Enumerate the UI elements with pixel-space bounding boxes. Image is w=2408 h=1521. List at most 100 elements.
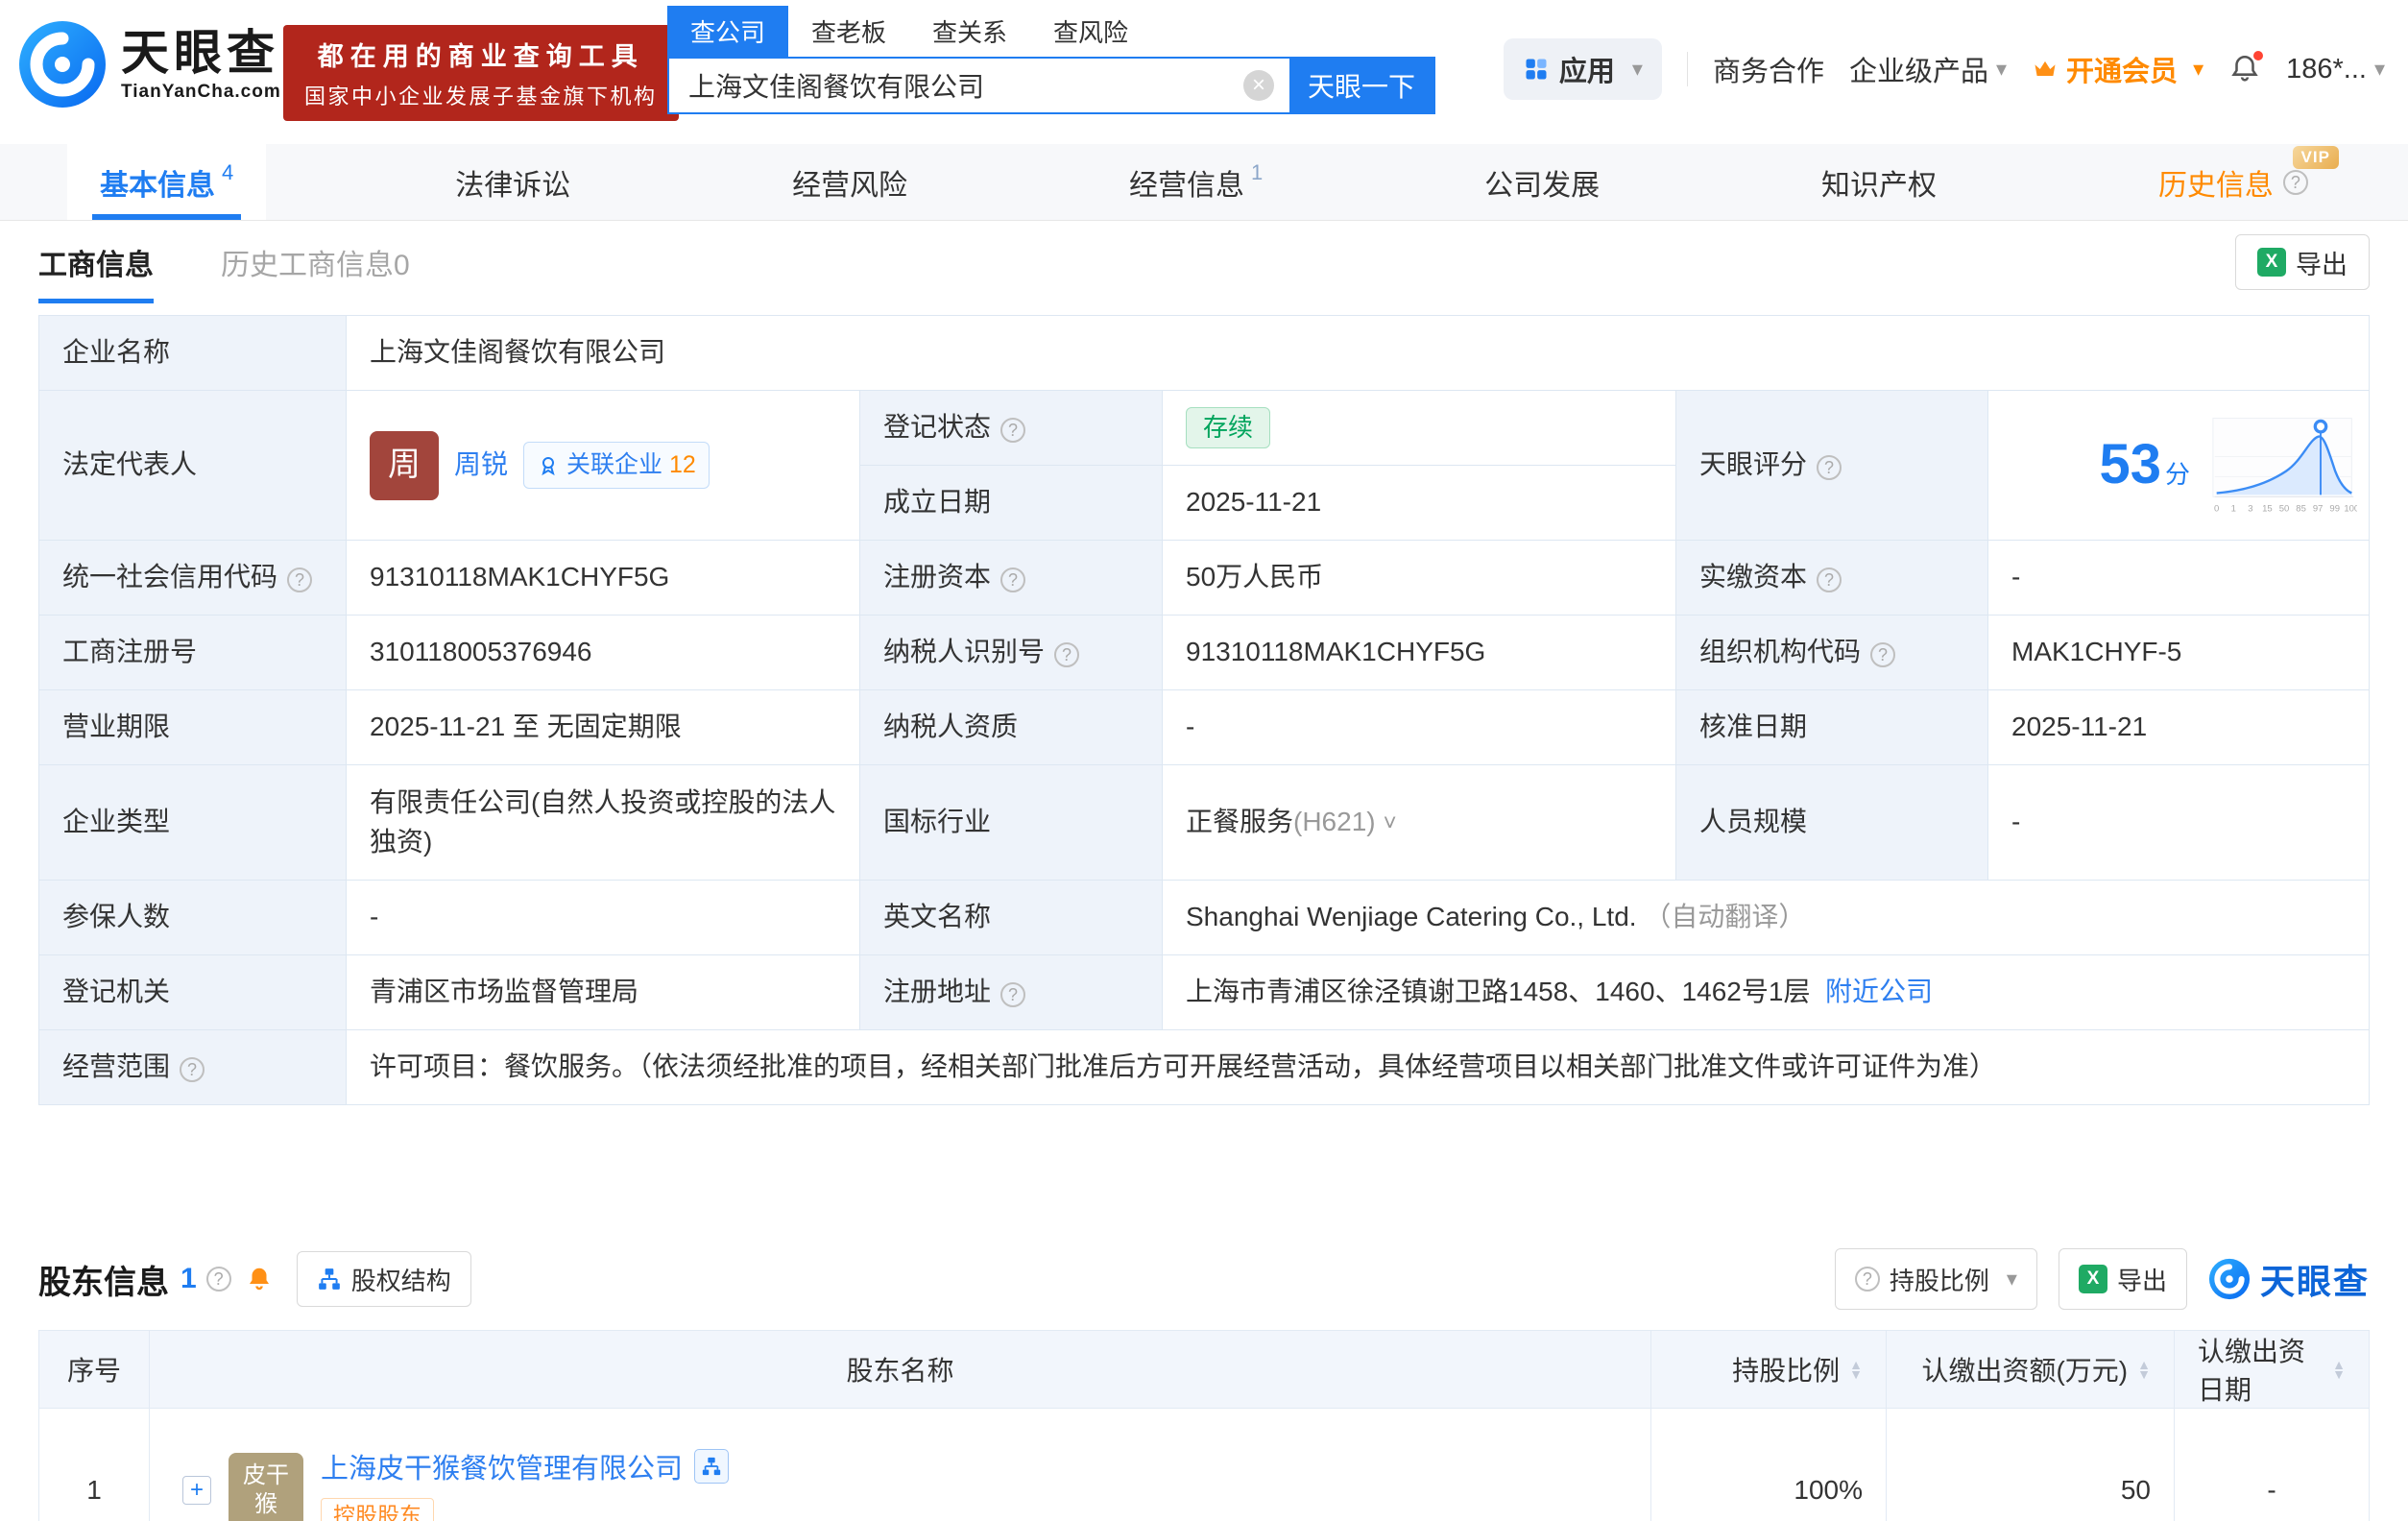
account-menu[interactable]: 186*... ▾	[2286, 54, 2385, 85]
help-icon[interactable]: ?	[1000, 982, 1025, 1007]
search-tab-company[interactable]: 查公司	[667, 6, 788, 57]
promo-banner[interactable]: 都在用的商业查询工具 国家中小企业发展子基金旗下机构	[283, 25, 679, 121]
score-unit: 分	[2165, 460, 2190, 489]
help-icon[interactable]: ?	[1817, 455, 1842, 480]
score-chart: 0 1 3 15 50 85 97 99 100	[2211, 413, 2357, 519]
est-date-value: 2025-11-21	[1163, 466, 1676, 541]
help-icon[interactable]: ?	[287, 567, 312, 592]
score-number: 53	[2099, 433, 2161, 495]
legal-rep-link[interactable]: 周锐	[454, 446, 508, 485]
business-cooperation-link[interactable]: 商务合作	[1713, 49, 1824, 89]
nearby-companies-link[interactable]: 附近公司	[1825, 977, 1933, 1006]
tab-operating-risk[interactable]: 经营风险	[759, 144, 940, 220]
shareholder-company-link[interactable]: 上海皮干猴餐饮管理有限公司	[321, 1446, 683, 1486]
logo-title: 天眼查	[121, 26, 281, 82]
help-icon[interactable]: ?	[206, 1267, 231, 1292]
tab-basic-info[interactable]: 基本信息 4	[67, 144, 266, 220]
search-tab-relation[interactable]: 查关系	[909, 6, 1030, 57]
staff-size-value: -	[1988, 765, 2370, 881]
equity-structure-icon[interactable]	[694, 1449, 729, 1484]
equity-structure-button[interactable]: 股权结构	[297, 1251, 471, 1307]
table-row: 工商注册号 310118005376946 纳税人识别号? 91310118MA…	[39, 616, 2370, 690]
expand-icon[interactable]: +	[182, 1476, 211, 1505]
tax-qualification-label: 纳税人资质	[860, 690, 1163, 765]
search-tab-boss[interactable]: 查老板	[788, 6, 909, 57]
tab-label: 经营信息	[1129, 161, 1244, 204]
business-term-label: 营业期限	[39, 690, 347, 765]
help-icon[interactable]: ?	[180, 1057, 205, 1082]
paid-capital-label: 实缴资本?	[1676, 541, 1988, 616]
legal-rep-label: 法定代表人	[39, 391, 347, 541]
tab-legal-proceedings[interactable]: 法律诉讼	[422, 144, 603, 220]
logo-subtitle: TianYanCha.com	[121, 82, 281, 103]
col-subscribed-date[interactable]: 认缴出资日期 ▲▼	[2175, 1331, 2370, 1409]
enterprise-products-menu[interactable]: 企业级产品 ▾	[1849, 49, 2007, 89]
staff-size-label: 人员规模	[1676, 765, 1988, 881]
score-label: 天眼评分?	[1676, 391, 1988, 541]
svg-text:3: 3	[2248, 503, 2252, 514]
related-companies-badge[interactable]: 关联企业 12	[523, 442, 710, 488]
company-type-value: 有限责任公司(自然人投资或控股的法人独资)	[347, 765, 860, 881]
col-subscribed-amount[interactable]: 认缴出资额(万元) ▲▼	[1887, 1331, 2175, 1409]
tab-business-info[interactable]: 经营信息 1	[1096, 144, 1295, 220]
business-scope-value: 许可项目：餐饮服务。（依法须经批准的项目，经相关部门批准后方可开展经营活动，具体…	[347, 1030, 2370, 1105]
notification-bell[interactable]	[2228, 53, 2261, 85]
export-button[interactable]: X 导出	[2059, 1248, 2187, 1310]
tab-label: 知识产权	[1821, 161, 1937, 204]
subscribe-bell-icon[interactable]	[245, 1265, 274, 1293]
search-clear-icon[interactable]: ×	[1243, 70, 1274, 101]
svg-text:100: 100	[2344, 503, 2357, 514]
ratio-filter-dropdown[interactable]: ? 持股比例 ▾	[1835, 1248, 2037, 1310]
crown-icon	[2032, 56, 2059, 83]
paid-capital-value: -	[1988, 541, 2370, 616]
help-icon[interactable]: ?	[1870, 642, 1895, 667]
col-shareholder-name: 股东名称	[150, 1331, 1651, 1409]
shareholders-table: 序号 股东名称 持股比例 ▲▼ 认缴出资额(万元) ▲▼ 认缴出资日期 ▲▼ 1…	[38, 1330, 2370, 1521]
shareholder-ratio: 100%	[1651, 1409, 1887, 1521]
help-icon[interactable]: ?	[2283, 170, 2308, 195]
shareholder-avatar[interactable]: 皮干 猴	[229, 1453, 303, 1521]
legal-rep-avatar[interactable]: 周	[370, 431, 439, 500]
table-header-row: 序号 股东名称 持股比例 ▲▼ 认缴出资额(万元) ▲▼ 认缴出资日期 ▲▼	[39, 1331, 2370, 1409]
subtab-history-registration[interactable]: 历史工商信息0	[221, 221, 410, 303]
tianyancha-logo[interactable]: 天眼查 TianYanCha.com	[17, 19, 281, 109]
svg-text:85: 85	[2296, 503, 2306, 514]
banner-line1: 都在用的商业查询工具	[304, 36, 658, 73]
registry-authority-value: 青浦区市场监督管理局	[347, 955, 860, 1030]
help-icon[interactable]: ?	[1054, 642, 1079, 667]
svg-text:97: 97	[2313, 503, 2324, 514]
search-input[interactable]	[669, 70, 1243, 101]
help-icon[interactable]: ?	[1000, 418, 1025, 443]
apps-menu[interactable]: 应用 ▾	[1504, 38, 1662, 100]
reg-address-value: 上海市青浦区徐泾镇谢卫路1458、1460、1462号1层 附近公司	[1163, 955, 2370, 1030]
brand-text: 天眼查	[2260, 1254, 2370, 1304]
company-name-value: 上海文佳阁餐饮有限公司	[347, 316, 2370, 391]
tab-history-info[interactable]: VIP 历史信息 ?	[2126, 144, 2341, 220]
tab-intellectual-property[interactable]: 知识产权	[1789, 144, 1969, 220]
ratio-filter-label: 持股比例	[1890, 1262, 1989, 1297]
help-icon: ?	[1855, 1267, 1880, 1292]
caret-down-icon: ▾	[2193, 57, 2203, 82]
sort-icon[interactable]: ▲▼	[2332, 1360, 2346, 1380]
shareholder-date: -	[2175, 1409, 2370, 1521]
search-button[interactable]: 天眼一下	[1289, 59, 1433, 112]
business-term-value: 2025-11-21 至 无固定期限	[347, 690, 860, 765]
company-type-label: 企业类型	[39, 765, 347, 881]
industry-value: 正餐服务(H621)˅	[1163, 765, 1676, 881]
subtab-business-registration[interactable]: 工商信息	[38, 221, 154, 303]
help-icon[interactable]: ?	[1817, 567, 1842, 592]
help-icon[interactable]: ?	[1000, 567, 1025, 592]
tab-company-development[interactable]: 公司发展	[1452, 144, 1632, 220]
legal-rep-value: 周 周锐 关联企业 12	[347, 391, 860, 541]
chevron-down-icon[interactable]: ˅	[1384, 810, 1397, 836]
export-button[interactable]: X 导出	[2235, 234, 2370, 290]
sort-icon[interactable]: ▲▼	[2137, 1360, 2151, 1380]
reg-status-label: 登记状态?	[860, 391, 1163, 466]
search-tab-risk[interactable]: 查风险	[1030, 6, 1151, 57]
equity-structure-label: 股权结构	[351, 1262, 451, 1297]
tianyancha-company-page: { "header": { "logo": {"title": "天眼查", "…	[0, 0, 2408, 1521]
registry-authority-label: 登记机关	[39, 955, 347, 1030]
sort-icon[interactable]: ▲▼	[1849, 1360, 1863, 1380]
open-vip-menu[interactable]: 开通会员 ▾	[2032, 49, 2203, 89]
col-ratio[interactable]: 持股比例 ▲▼	[1651, 1331, 1887, 1409]
